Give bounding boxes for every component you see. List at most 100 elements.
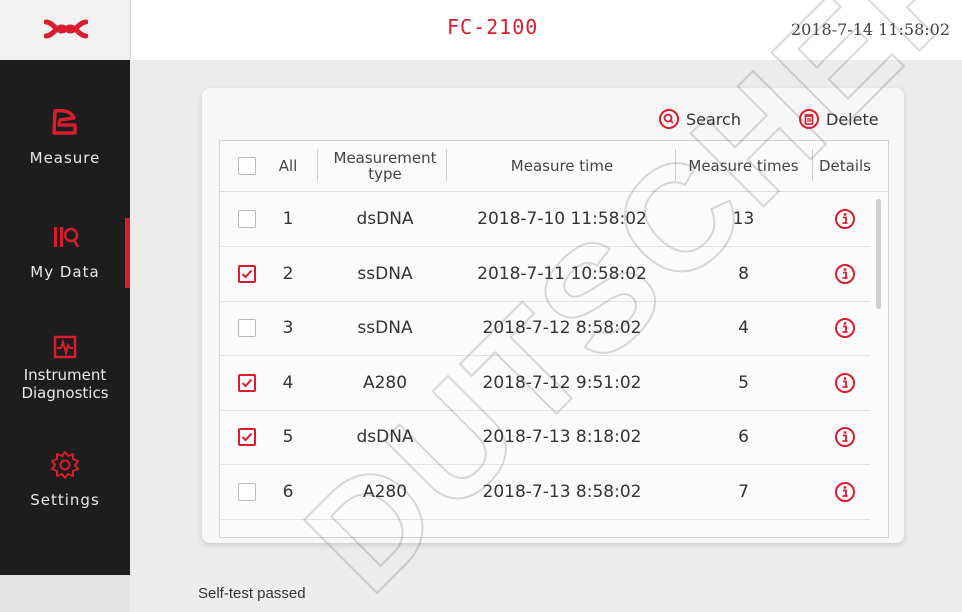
row-checkbox[interactable] [238,482,256,501]
row-measurement-type: dsDNA [356,427,414,447]
header-type-line2: type [368,165,402,183]
row-details-cell[interactable] [814,247,876,301]
table-header: All Measurement type Measure time Measur… [220,141,888,192]
search-button[interactable]: Search [658,106,741,132]
sidebar-item-my-data[interactable]: My Data [0,218,130,288]
row-measure-times: 7 [738,481,749,502]
pulse-monitor-icon [53,335,77,359]
sidebar-item-label: Settings [30,491,100,509]
gear-icon [51,451,79,479]
row-number: 2 [282,263,294,284]
row-number: 6 [282,481,294,502]
row-measure-time: 2018-7-11 10:58:02 [477,263,647,284]
table-row[interactable]: 5 dsDNA 2018-7-13 8:18:02 6 [220,410,870,465]
row-number: 3 [282,318,294,338]
header-divider [812,149,813,181]
row-details-cell[interactable] [814,410,876,464]
delete-label: Delete [826,109,879,129]
sidebar-item-measure[interactable]: Measure [0,108,130,168]
row-measure-times: 6 [738,427,749,447]
row-number: 5 [282,427,294,447]
sidebar-item-label: My Data [30,263,100,281]
row-checkbox-checked[interactable] [238,373,256,392]
header-all: All [278,157,298,175]
measure-icon [52,108,77,135]
header-measure-times: Measure times [688,157,799,175]
row-measure-times: 13 [732,209,755,229]
info-icon[interactable] [834,317,856,339]
table-row[interactable]: 2 ssDNA 2018-7-11 10:58:02 8 [220,247,870,302]
row-measure-times: 4 [738,318,749,338]
row-checkbox[interactable] [238,319,256,337]
row-measure-time: 2018-7-12 9:51:02 [482,372,642,393]
clock-datetime: 2018-7-14 11:58:02 [790,20,950,39]
sidebar-item-label-line2: Diagnostics [21,384,109,402]
row-measure-time: 2018-7-13 8:58:02 [482,481,642,502]
sidebar-item-diagnostics[interactable]: Instrument Diagnostics [0,334,130,402]
status-bar-strip [0,575,130,612]
row-details-cell[interactable] [814,301,876,355]
row-details-cell[interactable] [814,192,876,246]
select-all-checkbox[interactable] [238,157,256,175]
row-checkbox[interactable] [238,210,256,228]
row-measure-times: 5 [738,372,749,393]
status-bar: Self-test passed [0,575,962,612]
row-measurement-type: A280 [362,481,408,502]
info-icon[interactable] [834,263,856,285]
row-checkbox-cell[interactable] [236,301,258,355]
data-table: All Measurement type Measure time Measur… [219,140,889,538]
row-measurement-type: ssDNA [357,263,413,284]
row-checkbox-cell[interactable] [236,192,258,246]
top-bar: FC-2100 2018-7-14 11:58:02 [0,0,962,61]
row-checkbox-cell[interactable] [236,247,258,301]
row-checkbox-cell[interactable] [236,465,258,519]
row-measurement-type: ssDNA [357,318,413,338]
data-icon [54,227,80,248]
sidebar: Measure My Data Instrument Diagnostics S… [0,60,130,575]
header-type-line1: Measurement [333,149,437,167]
table-scrollbar[interactable] [876,199,881,309]
header-measure-time: Measure time [510,157,614,175]
sidebar-item-label: Instrument [23,366,107,384]
row-measurement-type: A280 [362,372,408,393]
trash-icon [799,109,819,129]
info-icon[interactable] [834,208,856,230]
status-text: Self-test passed [198,585,306,602]
row-measure-time: 2018-7-12 8:58:02 [482,318,642,338]
header-measurement-type: Measurement type [320,141,450,191]
info-icon[interactable] [834,372,856,394]
table-row[interactable]: 4 A280 2018-7-12 9:51:02 5 [220,356,870,411]
checkmark-icon [241,269,253,278]
search-label: Search [686,109,741,129]
search-icon [659,109,679,129]
header-divider [446,149,447,181]
table-row[interactable]: 1 dsDNA 2018-7-10 11:58:02 13 [220,192,870,247]
row-measure-times: 8 [738,263,749,284]
checkmark-icon [241,378,253,387]
sidebar-item-label: Measure [29,149,101,167]
info-icon[interactable] [834,426,856,448]
sidebar-item-settings[interactable]: Settings [0,450,130,510]
row-number: 1 [282,209,294,229]
row-measure-time: 2018-7-10 11:58:02 [477,209,647,229]
row-checkbox-cell[interactable] [236,410,258,464]
row-checkbox-checked[interactable] [238,428,256,446]
info-icon[interactable] [834,481,856,503]
row-measure-time: 2018-7-13 8:18:02 [482,427,642,447]
checkmark-icon [241,432,253,442]
delete-button[interactable]: Delete [798,106,879,132]
table-row[interactable]: 6 A280 2018-7-13 8:58:02 7 [220,465,870,520]
page-title: FC-2100 [447,15,539,39]
header-details: Details [818,157,871,175]
row-number: 4 [282,372,294,393]
select-all-checkbox-cell[interactable] [236,141,258,191]
row-details-cell[interactable] [814,356,876,410]
brand-logo-icon [44,19,88,39]
row-checkbox-cell[interactable] [236,356,258,410]
main-content: Search Delete All Measurement type Measu… [130,60,962,575]
header-divider [317,149,318,181]
table-row[interactable]: 3 ssDNA 2018-7-12 8:58:02 4 [220,301,870,356]
row-checkbox-checked[interactable] [238,264,256,283]
row-measurement-type: dsDNA [356,209,414,229]
row-details-cell[interactable] [814,465,876,519]
